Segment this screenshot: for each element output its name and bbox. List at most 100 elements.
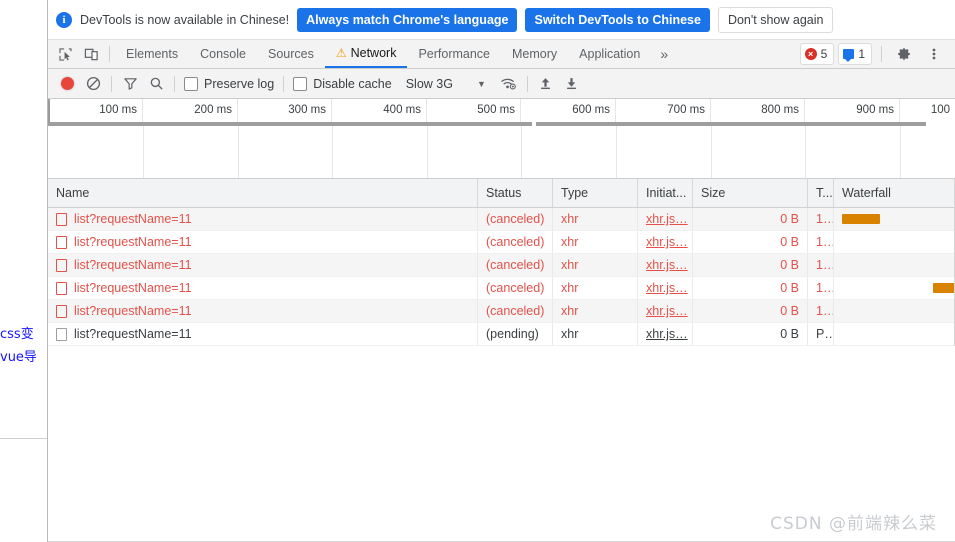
- request-name: list?requestName=11: [74, 304, 192, 318]
- message-counter[interactable]: 1: [838, 43, 872, 65]
- record-button[interactable]: [54, 71, 80, 97]
- more-tabs-icon[interactable]: »: [651, 46, 677, 62]
- overview-segment-2: [536, 122, 926, 126]
- device-toolbar-icon[interactable]: [78, 41, 104, 67]
- kebab-menu-icon[interactable]: [921, 41, 947, 67]
- preserve-log-label: Preserve log: [204, 76, 275, 91]
- tab-application[interactable]: Application: [568, 41, 651, 68]
- warning-triangle-icon: ⚠: [335, 46, 347, 60]
- request-initiator[interactable]: xhr.js…: [638, 208, 693, 230]
- tab-sources[interactable]: Sources: [257, 41, 325, 68]
- request-name-cell[interactable]: list?requestName=11: [48, 254, 478, 276]
- devtools-panel: i DevTools is now available in Chinese! …: [48, 0, 955, 542]
- network-toolbar-divider-3: [283, 75, 285, 92]
- request-type: xhr: [553, 254, 638, 276]
- dont-show-again-button[interactable]: Don't show again: [717, 6, 834, 33]
- network-toolbar-divider-1: [111, 75, 112, 92]
- table-row[interactable]: list?requestName=11 (canceled) xhr xhr.j…: [48, 254, 955, 277]
- column-header-initiator[interactable]: Initiat...: [638, 179, 693, 207]
- tab-performance[interactable]: Performance: [407, 41, 501, 68]
- request-status: (pending): [478, 323, 553, 345]
- request-status: (canceled): [478, 277, 553, 299]
- page-link-1[interactable]: css变: [0, 323, 47, 346]
- import-har-icon[interactable]: [533, 71, 559, 97]
- overview-scrubber[interactable]: [48, 122, 955, 126]
- request-waterfall: [834, 254, 955, 276]
- tabbar-right-group: × 5 1: [799, 41, 951, 67]
- overview-gridline-3: [332, 126, 333, 178]
- page-divider: [0, 438, 47, 439]
- search-icon[interactable]: [143, 71, 169, 97]
- request-time: 1…: [808, 254, 834, 276]
- requests-table-header: Name Status Type Initiat... Size T... Wa…: [48, 179, 955, 208]
- request-name-cell[interactable]: list?requestName=11: [48, 231, 478, 253]
- gear-icon[interactable]: [891, 41, 917, 67]
- chevron-down-icon[interactable]: ▼: [477, 79, 486, 89]
- table-row[interactable]: list?requestName=11 (pending) xhr xhr.js…: [48, 323, 955, 346]
- request-name-cell[interactable]: list?requestName=11: [48, 323, 478, 345]
- network-conditions-icon[interactable]: [496, 71, 522, 97]
- csdn-watermark: CSDN @前端辣么菜: [770, 514, 937, 534]
- overview-gridline-2: [238, 126, 239, 178]
- table-row[interactable]: list?requestName=11 (canceled) xhr xhr.j…: [48, 277, 955, 300]
- ruler-tick-5: 500 ms: [427, 99, 521, 122]
- ruler-tick-3: 300 ms: [238, 99, 332, 122]
- request-type: xhr: [553, 300, 638, 322]
- column-header-status[interactable]: Status: [478, 179, 553, 207]
- tab-console[interactable]: Console: [189, 41, 257, 68]
- table-row[interactable]: list?requestName=11 (canceled) xhr xhr.j…: [48, 300, 955, 323]
- preserve-log-checkbox[interactable]: Preserve log: [184, 76, 275, 91]
- disable-cache-checkbox[interactable]: Disable cache: [293, 76, 392, 91]
- overview-gridline-8: [805, 126, 806, 178]
- clear-button[interactable]: [80, 71, 106, 97]
- always-match-chrome-language-button[interactable]: Always match Chrome's language: [297, 7, 518, 32]
- error-icon: ×: [804, 48, 817, 60]
- filter-icon[interactable]: [117, 71, 143, 97]
- inspect-element-icon[interactable]: [52, 41, 78, 67]
- table-row[interactable]: list?requestName=11 (canceled) xhr xhr.j…: [48, 208, 955, 231]
- document-icon: [56, 281, 67, 295]
- document-icon: [56, 235, 67, 249]
- throttling-select[interactable]: Slow 3G: [406, 77, 453, 91]
- request-waterfall: [834, 277, 955, 299]
- tab-network[interactable]: ⚠ Network: [324, 41, 408, 68]
- error-count: 5: [820, 47, 828, 61]
- network-overview-graph[interactable]: [48, 122, 955, 179]
- document-icon: [56, 258, 67, 272]
- request-name: list?requestName=11: [74, 235, 192, 249]
- overview-gridline-6: [616, 126, 617, 178]
- screenshot-root: css变 vue导 i DevTools is now available in…: [0, 0, 955, 542]
- ruler-tick-2: 200 ms: [143, 99, 238, 122]
- tab-elements[interactable]: Elements: [115, 41, 189, 68]
- waterfall-bar: [842, 214, 880, 224]
- table-row[interactable]: list?requestName=11 (canceled) xhr xhr.j…: [48, 231, 955, 254]
- request-initiator[interactable]: xhr.js…: [638, 277, 693, 299]
- request-name: list?requestName=11: [74, 281, 192, 295]
- request-status: (canceled): [478, 300, 553, 322]
- column-header-type[interactable]: Type: [553, 179, 638, 207]
- message-count: 1: [858, 47, 865, 61]
- export-har-icon[interactable]: [559, 71, 585, 97]
- request-name-cell[interactable]: list?requestName=11: [48, 277, 478, 299]
- request-initiator[interactable]: xhr.js…: [638, 300, 693, 322]
- column-header-time[interactable]: T...: [808, 179, 834, 207]
- request-initiator[interactable]: xhr.js…: [638, 231, 693, 253]
- request-time: 1…: [808, 277, 834, 299]
- request-name-cell[interactable]: list?requestName=11: [48, 208, 478, 230]
- column-header-name[interactable]: Name: [48, 179, 478, 207]
- request-name-cell[interactable]: list?requestName=11: [48, 300, 478, 322]
- request-size: 0 B: [693, 208, 808, 230]
- preserve-log-box[interactable]: [184, 76, 198, 91]
- network-toolbar-divider-2: [174, 75, 175, 92]
- column-header-waterfall[interactable]: Waterfall: [834, 179, 955, 207]
- error-counter[interactable]: × 5: [799, 43, 835, 65]
- request-initiator[interactable]: xhr.js…: [638, 323, 693, 345]
- page-link-2[interactable]: vue导: [0, 346, 47, 369]
- request-time: 1…: [808, 208, 834, 230]
- column-header-size[interactable]: Size: [693, 179, 808, 207]
- tab-memory[interactable]: Memory: [501, 41, 568, 68]
- request-initiator[interactable]: xhr.js…: [638, 254, 693, 276]
- overview-gridline-1: [143, 126, 144, 178]
- switch-devtools-to-chinese-button[interactable]: Switch DevTools to Chinese: [525, 7, 710, 32]
- disable-cache-box[interactable]: [293, 76, 308, 91]
